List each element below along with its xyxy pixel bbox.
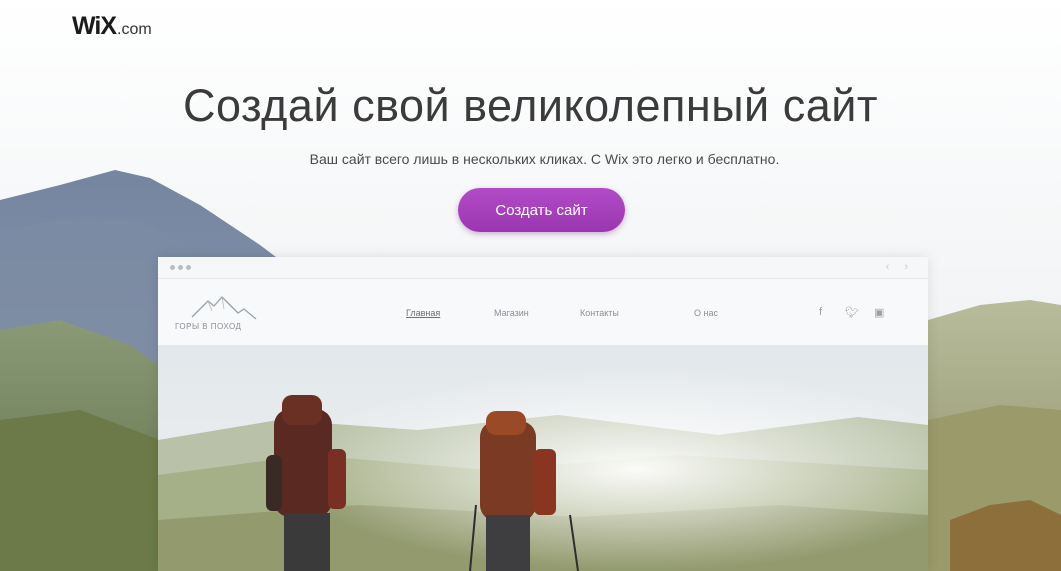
logo-mark: WiX <box>72 12 117 40</box>
logo-suffix: .com <box>117 21 152 38</box>
wix-logo[interactable]: WiX .com <box>72 12 152 41</box>
page-headline: Создай свой великолепный сайт <box>183 80 878 131</box>
mock-nav-home[interactable]: Главная <box>406 308 440 318</box>
browser-mockup: ‹ › ГОРЫ В ПОХОД Главная Магазин Контакт… <box>158 257 928 571</box>
mock-site-logo-text: ГОРЫ В ПОХОД <box>175 322 242 331</box>
window-dot-icon <box>170 265 175 270</box>
window-dot-icon <box>186 265 191 270</box>
instagram-icon[interactable]: ▣ <box>874 306 884 319</box>
window-dot-icon <box>178 265 183 270</box>
mock-site-header: ГОРЫ В ПОХОД Главная Магазин Контакты О … <box>158 279 928 345</box>
mock-nav-contacts[interactable]: Контакты <box>580 308 619 318</box>
facebook-icon[interactable]: f <box>819 306 822 318</box>
browser-title-bar: ‹ › <box>158 257 928 279</box>
create-site-button[interactable]: Создать сайт <box>458 188 625 232</box>
page-subtitle: Ваш сайт всего лишь в нескольких кликах.… <box>309 151 780 167</box>
browser-nav-arrows-icon: ‹ › <box>885 261 914 273</box>
mock-nav-about[interactable]: О нас <box>694 308 718 318</box>
mock-nav-shop[interactable]: Магазин <box>494 308 529 318</box>
twitter-icon[interactable]: 🐦︎ <box>845 306 859 319</box>
hikers-photo <box>158 345 928 571</box>
